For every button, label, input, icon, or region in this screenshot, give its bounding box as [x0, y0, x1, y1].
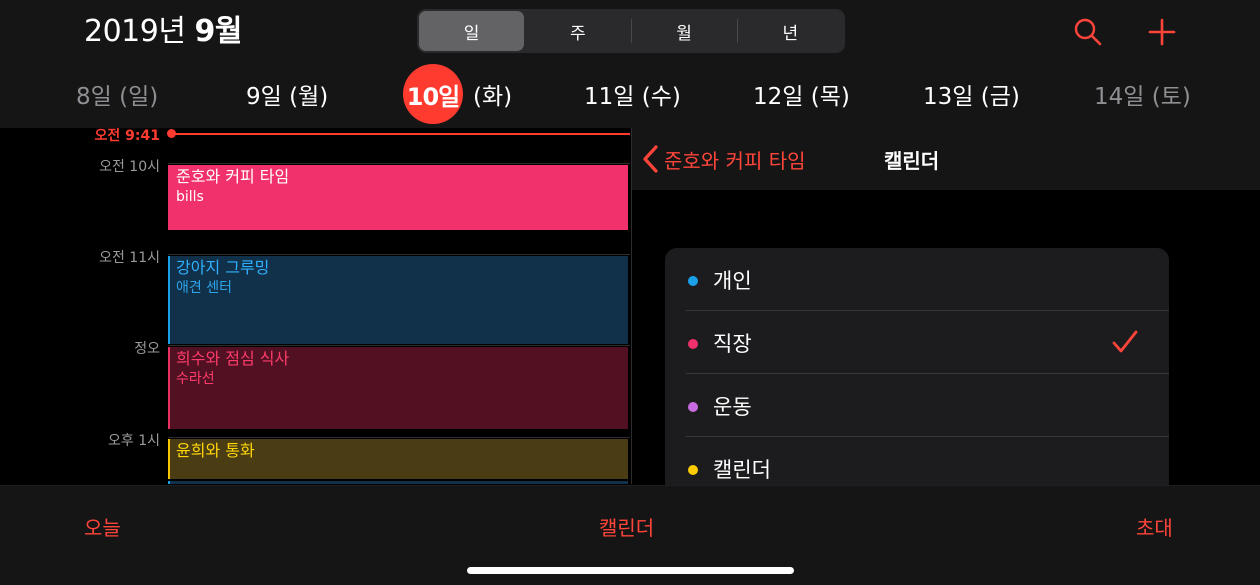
back-label: 준호와 커피 타임	[664, 148, 806, 173]
title-year: 2019년	[84, 14, 186, 49]
calendar-color-dot	[688, 465, 698, 475]
bottom-toolbar: 오늘 캘린더 초대	[0, 485, 1260, 585]
calendar-list: 개인 직장 운동 캘린더	[665, 248, 1169, 498]
day-item[interactable]: 8일 (일)	[76, 66, 158, 122]
event-block-partial[interactable]	[168, 481, 628, 484]
day-item[interactable]: 9일 (월)	[246, 66, 328, 122]
plus-icon[interactable]	[1148, 18, 1176, 46]
segment-week[interactable]: 주	[525, 11, 630, 51]
today-indicator: 10일	[403, 64, 463, 124]
hour-gridline	[168, 345, 630, 346]
hour-label: 오후 1시	[108, 433, 160, 449]
hour-gridline	[168, 437, 630, 438]
event-title: 희수와 점심 식사	[176, 349, 290, 368]
calendar-row[interactable]: 개인	[665, 248, 1169, 311]
view-segmented-control: 일 주 월 년	[417, 9, 845, 53]
calendar-row[interactable]: 운동	[665, 374, 1169, 437]
day-timeline[interactable]: 오전 9:41 오전 10시 오전 11시 정오 오후 1시 준호와 커피 타임…	[0, 128, 630, 484]
calendars-button[interactable]: 캘린더	[599, 512, 654, 541]
event-location: 애견 센터	[176, 280, 232, 296]
search-icon[interactable]	[1073, 17, 1103, 47]
title-month: 9월	[194, 14, 243, 49]
event-title: 강아지 그루밍	[176, 258, 270, 277]
calendar-name: 운동	[713, 394, 752, 419]
event-block[interactable]: 강아지 그루밍 애견 센터	[168, 256, 628, 344]
inbox-button[interactable]: 초대	[1136, 512, 1173, 541]
day-item[interactable]: 11일 (수)	[584, 66, 681, 122]
hour-label: 정오	[134, 341, 160, 357]
event-location: 수라선	[176, 371, 215, 387]
week-day-strip: 8일 (일) 9일 (월) 10일 (화) 11일 (수) 12일 (목) 13…	[0, 64, 1260, 124]
home-indicator[interactable]	[467, 567, 794, 574]
chevron-left-icon	[640, 144, 662, 174]
checkmark-icon	[1111, 329, 1139, 359]
event-title: 준호와 커피 타임	[176, 167, 290, 186]
segment-year[interactable]: 년	[738, 11, 843, 51]
panel-navbar: 준호와 커피 타임 캘린더	[632, 128, 1260, 190]
current-time-label: 오전 9:41	[94, 128, 160, 144]
hour-label: 오전 10시	[99, 159, 160, 175]
day-item[interactable]: 12일 (목)	[753, 66, 850, 122]
calendar-picker-panel: 준호와 커피 타임 캘린더 개인 직장 운동 캘린더	[631, 128, 1260, 498]
calendar-name: 직장	[713, 331, 752, 356]
hour-label: 오전 11시	[99, 250, 160, 266]
segment-day[interactable]: 일	[419, 11, 525, 51]
current-time-line	[168, 133, 630, 135]
event-block[interactable]: 윤희와 통화	[168, 439, 628, 479]
calendar-color-dot	[688, 402, 698, 412]
day-item-today[interactable]: 10일 (화)	[403, 64, 512, 124]
calendar-color-dot	[688, 339, 698, 349]
event-block[interactable]: 준호와 커피 타임 bills	[168, 165, 628, 230]
month-title: 2019년 9월	[84, 12, 242, 52]
calendar-color-dot	[688, 276, 698, 286]
event-location: bills	[176, 189, 204, 205]
panel-title: 캘린더	[884, 148, 940, 173]
calendar-header: 2019년 9월 일 주 월 년 8일 (일) 9일 (월) 10일 (화) 1…	[0, 0, 1260, 128]
day-item[interactable]: 13일 (금)	[923, 66, 1020, 122]
day-item[interactable]: 14일 (토)	[1094, 66, 1191, 122]
back-button[interactable]: 준호와 커피 타임	[640, 128, 806, 190]
event-block[interactable]: 희수와 점심 식사 수라선	[168, 347, 628, 429]
calendar-name: 개인	[713, 268, 752, 293]
hour-gridline	[168, 163, 630, 164]
segment-month[interactable]: 월	[632, 11, 737, 51]
hour-gridline	[168, 254, 630, 255]
today-button[interactable]: 오늘	[84, 512, 121, 541]
event-title: 윤희와 통화	[176, 441, 255, 460]
calendar-row[interactable]: 직장	[665, 311, 1169, 374]
